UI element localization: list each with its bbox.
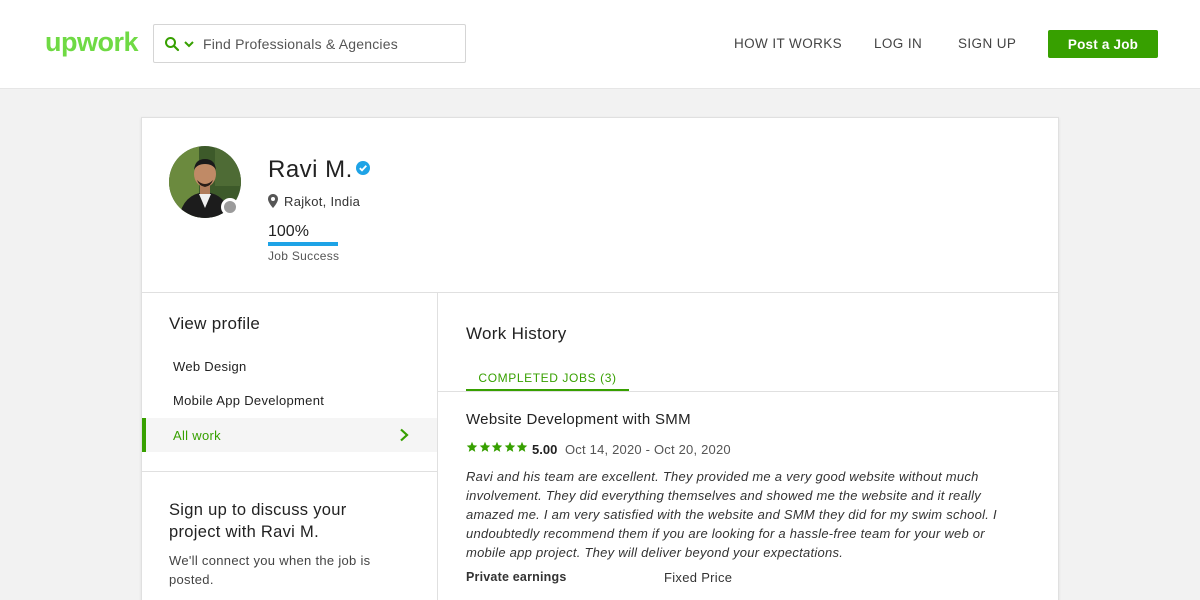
- sidebar-item-mobile-app-development[interactable]: Mobile App Development: [142, 383, 437, 417]
- freelancer-name: Ravi M.: [268, 156, 353, 183]
- star-rating: [466, 441, 529, 453]
- job-success-bar: [268, 242, 338, 246]
- view-profile-sidebar: View profile Web Design Mobile App Devel…: [142, 293, 438, 600]
- tab-completed-jobs[interactable]: COMPLETED JOBS (3): [466, 363, 629, 391]
- rating-value: 5.00: [532, 442, 558, 457]
- post-a-job-button[interactable]: Post a Job: [1048, 30, 1158, 58]
- job-success-value: 100%: [268, 223, 309, 240]
- sidebar-divider: [142, 471, 437, 472]
- earnings-label: Private earnings: [466, 570, 567, 584]
- profile-header: Ravi M. Rajkot, India 100% Job Success: [142, 118, 1058, 293]
- price-type: Fixed Price: [664, 570, 733, 585]
- chevron-down-icon[interactable]: [183, 39, 195, 49]
- job-success-bar-fill: [268, 242, 338, 246]
- profile-card: Ravi M. Rajkot, India 100% Job Success V…: [141, 117, 1059, 600]
- nav-sign-up[interactable]: SIGN UP: [958, 36, 1016, 51]
- star-icon: [516, 441, 528, 452]
- signup-cta-text: We'll connect you when the job is posted…: [169, 553, 371, 587]
- top-header: upwork Find Professionals & Agencies HOW…: [0, 0, 1200, 89]
- verified-badge-icon: [356, 161, 370, 175]
- star-icon: [466, 441, 478, 452]
- star-icon: [479, 441, 490, 452]
- search-icon[interactable]: [164, 36, 180, 52]
- job-title[interactable]: Website Development with SMM: [466, 411, 691, 428]
- client-review: Ravi and his team are excellent. They pr…: [466, 469, 997, 560]
- star-icon: [504, 441, 515, 452]
- work-history-section: Work History COMPLETED JOBS (3) Website …: [438, 293, 1058, 600]
- work-history-title: Work History: [466, 324, 567, 343]
- job-success-label: Job Success: [268, 249, 340, 263]
- star-icon: [491, 441, 503, 452]
- nav-log-in[interactable]: LOG IN: [874, 36, 922, 51]
- search-box[interactable]: Find Professionals & Agencies: [153, 24, 466, 63]
- location-text: Rajkot, India: [284, 194, 361, 209]
- view-profile-title: View profile: [169, 314, 261, 333]
- location-pin-icon: [268, 194, 278, 208]
- chevron-right-icon: [400, 428, 409, 442]
- signup-cta-title: Sign up to discuss your project with Rav…: [169, 501, 347, 541]
- sidebar-item-label: Mobile App Development: [173, 392, 325, 408]
- sidebar-item-label: Web Design: [173, 358, 247, 374]
- nav-how-it-works[interactable]: HOW IT WORKS: [734, 36, 842, 51]
- upwork-logo[interactable]: upwork: [45, 27, 147, 61]
- sidebar-item-all-work[interactable]: All work: [142, 418, 437, 452]
- svg-text:upwork: upwork: [45, 27, 139, 57]
- job-dates: Oct 14, 2020 - Oct 20, 2020: [565, 442, 731, 457]
- sidebar-item-web-design[interactable]: Web Design: [142, 349, 437, 383]
- tab-divider: [438, 391, 1058, 392]
- search-input[interactable]: Find Professionals & Agencies: [203, 36, 398, 52]
- sidebar-item-label: All work: [173, 427, 221, 443]
- online-status-indicator: [221, 198, 239, 216]
